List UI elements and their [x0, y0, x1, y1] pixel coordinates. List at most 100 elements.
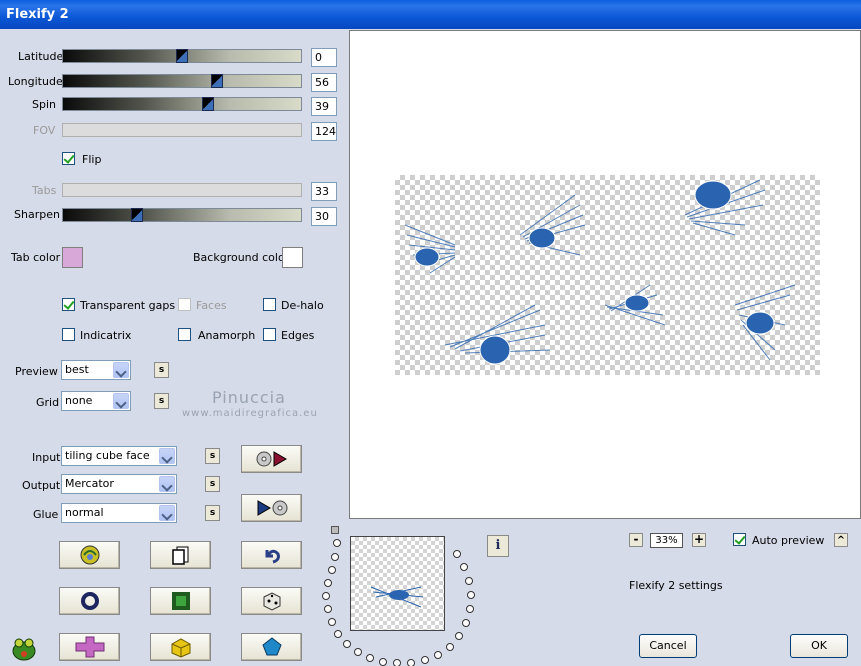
dial-dot — [434, 651, 442, 659]
sharpen-field[interactable]: 30 — [311, 207, 337, 226]
dial-dot — [331, 553, 339, 561]
grid-select-value: none — [65, 394, 93, 407]
preview-image — [395, 175, 820, 375]
input-s-button[interactable]: s — [205, 448, 220, 464]
randomize-button[interactable] — [59, 541, 120, 569]
longitude-slider-thumb[interactable] — [211, 74, 223, 88]
expand-button[interactable]: ^ — [834, 533, 848, 547]
cube-shape-button[interactable] — [150, 633, 211, 661]
dial-dot — [460, 563, 468, 571]
title-bar: Flexify 2 — [0, 0, 861, 29]
sharpen-label: Sharpen — [14, 208, 60, 221]
faces-checkbox — [178, 298, 191, 311]
cross-icon — [75, 636, 104, 658]
random-ball-icon — [80, 545, 99, 565]
undo-icon — [265, 549, 280, 564]
longitude-field[interactable]: 56 — [311, 73, 337, 92]
cross-shape-button[interactable] — [59, 633, 120, 661]
tabs-field[interactable]: 33 — [311, 182, 337, 201]
dial-dot — [354, 648, 362, 656]
preview-s-button[interactable]: s — [154, 362, 169, 378]
glue-s-button[interactable]: s — [205, 505, 220, 521]
chevron-down-icon[interactable] — [159, 505, 175, 521]
sharpen-slider-thumb[interactable] — [131, 208, 143, 222]
window-title: Flexify 2 — [6, 7, 69, 22]
grid-s-button[interactable]: s — [154, 393, 169, 409]
zoom-level: 33% — [650, 533, 683, 548]
output-select-label: Output — [22, 479, 61, 492]
latitude-label: Latitude — [18, 50, 64, 63]
glue-select-value: normal — [65, 506, 104, 519]
dehalo-checkbox[interactable] — [263, 298, 276, 311]
tabs-label: Tabs — [32, 184, 57, 197]
circle-shape-button[interactable] — [59, 587, 120, 615]
fov-field[interactable]: 124 — [311, 122, 337, 141]
anamorph-label: Anamorph — [198, 329, 256, 342]
dice-icon — [263, 592, 280, 611]
chevron-down-icon[interactable] — [159, 476, 175, 492]
input-select[interactable]: tiling cube face — [61, 446, 177, 466]
copy-button[interactable] — [150, 541, 211, 569]
auto-preview-label: Auto preview — [752, 534, 825, 547]
output-s-button[interactable]: s — [205, 476, 220, 492]
zoom-in-button[interactable]: + — [692, 533, 706, 547]
grid-select-label: Grid — [36, 396, 60, 409]
background-color-swatch[interactable] — [282, 247, 303, 268]
input-select-label: Input — [32, 451, 61, 464]
preview-select-label: Preview — [15, 365, 58, 378]
dial-dot — [322, 592, 330, 600]
output-select[interactable]: Mercator — [61, 474, 177, 494]
watermark-site: www.maidiregrafica.eu — [182, 408, 318, 419]
tabs-slider — [62, 183, 302, 197]
dial-dot — [334, 630, 342, 638]
preview-select[interactable]: best — [61, 360, 131, 380]
navigator-handle[interactable] — [331, 526, 339, 534]
dial-dot — [466, 605, 474, 613]
dial-dot — [453, 550, 461, 558]
latitude-field[interactable]: 0 — [311, 48, 337, 67]
spin-slider-thumb[interactable] — [202, 97, 214, 111]
sharpen-slider[interactable] — [62, 208, 302, 222]
dial-dot — [455, 632, 463, 640]
zoom-out-button[interactable]: - — [629, 533, 643, 547]
dice-button[interactable] — [241, 587, 302, 615]
dial-dot — [324, 605, 332, 613]
indicatrix-checkbox[interactable] — [62, 328, 75, 341]
cancel-button[interactable]: Cancel — [639, 634, 697, 658]
forward-play-button[interactable] — [241, 445, 302, 473]
settings-label: Flexify 2 settings — [629, 579, 723, 592]
ok-button[interactable]: OK — [790, 634, 848, 658]
disc-play-icon — [256, 451, 287, 467]
dial-dot — [421, 656, 429, 664]
info-icon: i — [495, 538, 501, 553]
auto-preview-checkbox[interactable] — [733, 533, 746, 546]
transparent-gaps-checkbox[interactable] — [62, 298, 75, 311]
spin-field[interactable]: 39 — [311, 97, 337, 116]
edges-checkbox[interactable] — [263, 328, 276, 341]
chevron-down-icon[interactable] — [159, 448, 175, 464]
latitude-slider-thumb[interactable] — [176, 49, 188, 63]
dial-dot — [446, 643, 454, 651]
chevron-down-icon[interactable] — [113, 393, 129, 409]
dial-dot — [379, 658, 387, 666]
longitude-label: Longitude — [8, 75, 63, 88]
fov-slider — [62, 123, 302, 137]
spin-label: Spin — [32, 98, 56, 111]
latitude-slider[interactable] — [62, 49, 302, 63]
info-button[interactable]: i — [487, 535, 509, 557]
pentagon-shape-button[interactable] — [241, 633, 302, 661]
tab-color-swatch[interactable] — [62, 247, 83, 268]
square-shape-button[interactable] — [150, 587, 211, 615]
dial-dot — [465, 577, 473, 585]
anamorph-checkbox[interactable] — [178, 328, 191, 341]
navigator-thumbnail[interactable] — [350, 536, 445, 631]
longitude-slider[interactable] — [62, 74, 302, 88]
flip-checkbox[interactable] — [62, 152, 75, 165]
grid-select[interactable]: none — [61, 391, 131, 411]
undo-button[interactable] — [241, 541, 302, 569]
spin-slider[interactable] — [62, 97, 302, 111]
chevron-down-icon[interactable] — [113, 362, 129, 378]
glue-select[interactable]: normal — [61, 503, 177, 523]
reverse-play-button[interactable] — [241, 494, 302, 522]
preview-select-value: best — [65, 363, 89, 376]
